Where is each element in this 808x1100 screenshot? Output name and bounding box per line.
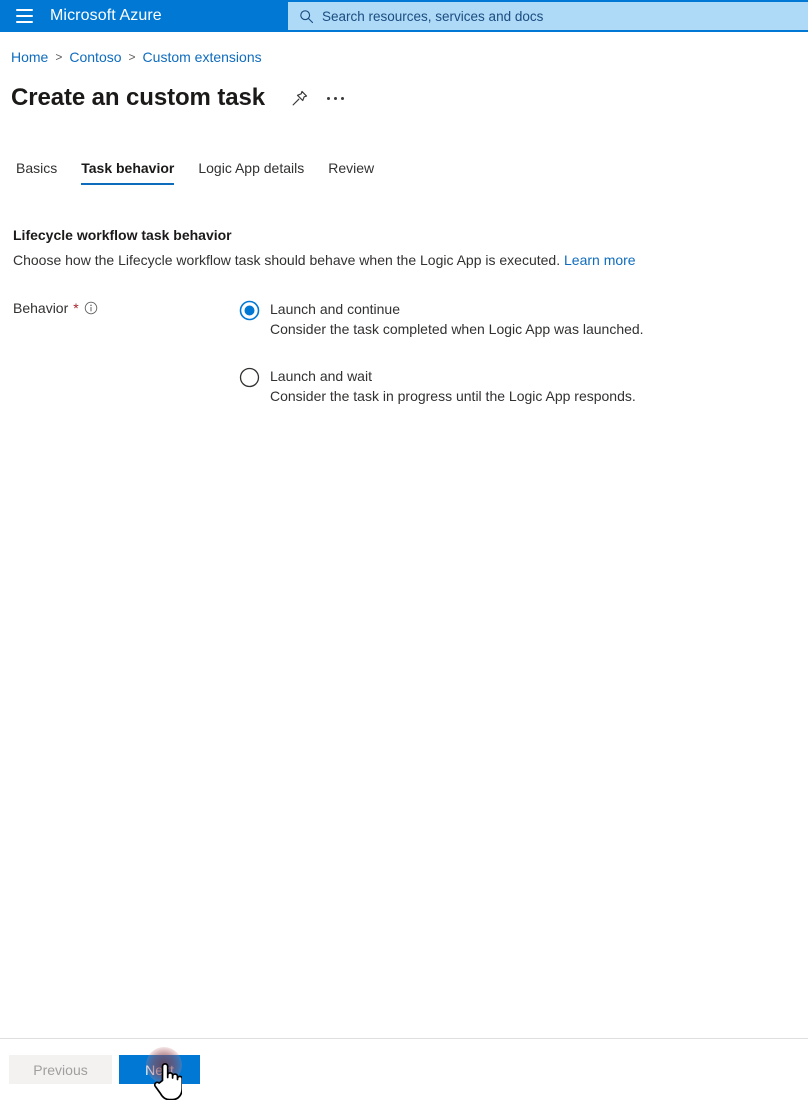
radio-option-description: Consider the task in progress until the … — [270, 388, 636, 404]
radio-option-launch-and-wait[interactable]: Launch and wait Consider the task in pro… — [239, 366, 719, 407]
tab-task-behavior[interactable]: Task behavior — [69, 160, 186, 185]
next-button[interactable]: Next — [119, 1055, 200, 1084]
radio-unselected-icon — [239, 367, 260, 388]
hamburger-icon[interactable] — [0, 0, 48, 32]
global-search-input[interactable]: Search resources, services and docs — [288, 2, 808, 30]
azure-brand-label[interactable]: Microsoft Azure — [50, 7, 162, 25]
radio-option-texts: Launch and wait Consider the task in pro… — [270, 366, 636, 407]
tab-review-label: Review — [328, 160, 375, 176]
info-icon[interactable] — [84, 301, 98, 315]
previous-button[interactable]: Previous — [9, 1055, 112, 1084]
pin-icon-glyph — [292, 90, 307, 105]
section-heading: Lifecycle workflow task behavior — [13, 227, 232, 243]
more-options-icon[interactable] — [319, 82, 351, 114]
breadcrumb-item-home[interactable]: Home — [11, 49, 48, 65]
section-description: Choose how the Lifecycle workflow task s… — [13, 252, 636, 268]
radio-selected-icon — [239, 300, 260, 321]
breadcrumb-separator: > — [55, 50, 63, 64]
page-title-row: Create an custom task — [11, 82, 351, 114]
tab-logic-app-details-label: Logic App details — [198, 160, 305, 176]
learn-more-link[interactable]: Learn more — [564, 252, 636, 268]
radio-option-title: Launch and continue — [270, 301, 400, 317]
breadcrumb-item-contoso[interactable]: Contoso — [69, 49, 121, 65]
search-icon — [300, 9, 314, 23]
tab-basics[interactable]: Basics — [11, 160, 69, 185]
tab-task-behavior-label: Task behavior — [81, 160, 175, 176]
radio-option-description: Consider the task completed when Logic A… — [270, 321, 644, 337]
radio-option-texts: Launch and continue Consider the task co… — [270, 299, 644, 340]
behavior-field-label: Behavior * — [13, 300, 98, 316]
tab-review[interactable]: Review — [316, 160, 386, 185]
behavior-label-text: Behavior — [13, 300, 69, 316]
tab-logic-app-details[interactable]: Logic App details — [186, 160, 316, 185]
search-placeholder-text: Search resources, services and docs — [322, 8, 544, 24]
ellipsis-icon — [326, 96, 344, 100]
wizard-tabs: Basics Task behavior Logic App details R… — [11, 160, 386, 185]
breadcrumb-item-custom-extensions[interactable]: Custom extensions — [143, 49, 262, 65]
page-title: Create an custom task — [11, 84, 266, 111]
tab-basics-label: Basics — [16, 160, 58, 176]
required-marker: * — [73, 300, 79, 316]
radio-option-launch-and-continue[interactable]: Launch and continue Consider the task co… — [239, 299, 719, 340]
pin-icon[interactable] — [283, 82, 315, 114]
radio-option-title: Launch and wait — [270, 368, 372, 384]
breadcrumb: Home > Contoso > Custom extensions — [11, 49, 262, 65]
section-description-text: Choose how the Lifecycle workflow task s… — [13, 252, 561, 268]
breadcrumb-separator: > — [128, 50, 136, 64]
behavior-radio-group: Launch and continue Consider the task co… — [239, 299, 719, 433]
